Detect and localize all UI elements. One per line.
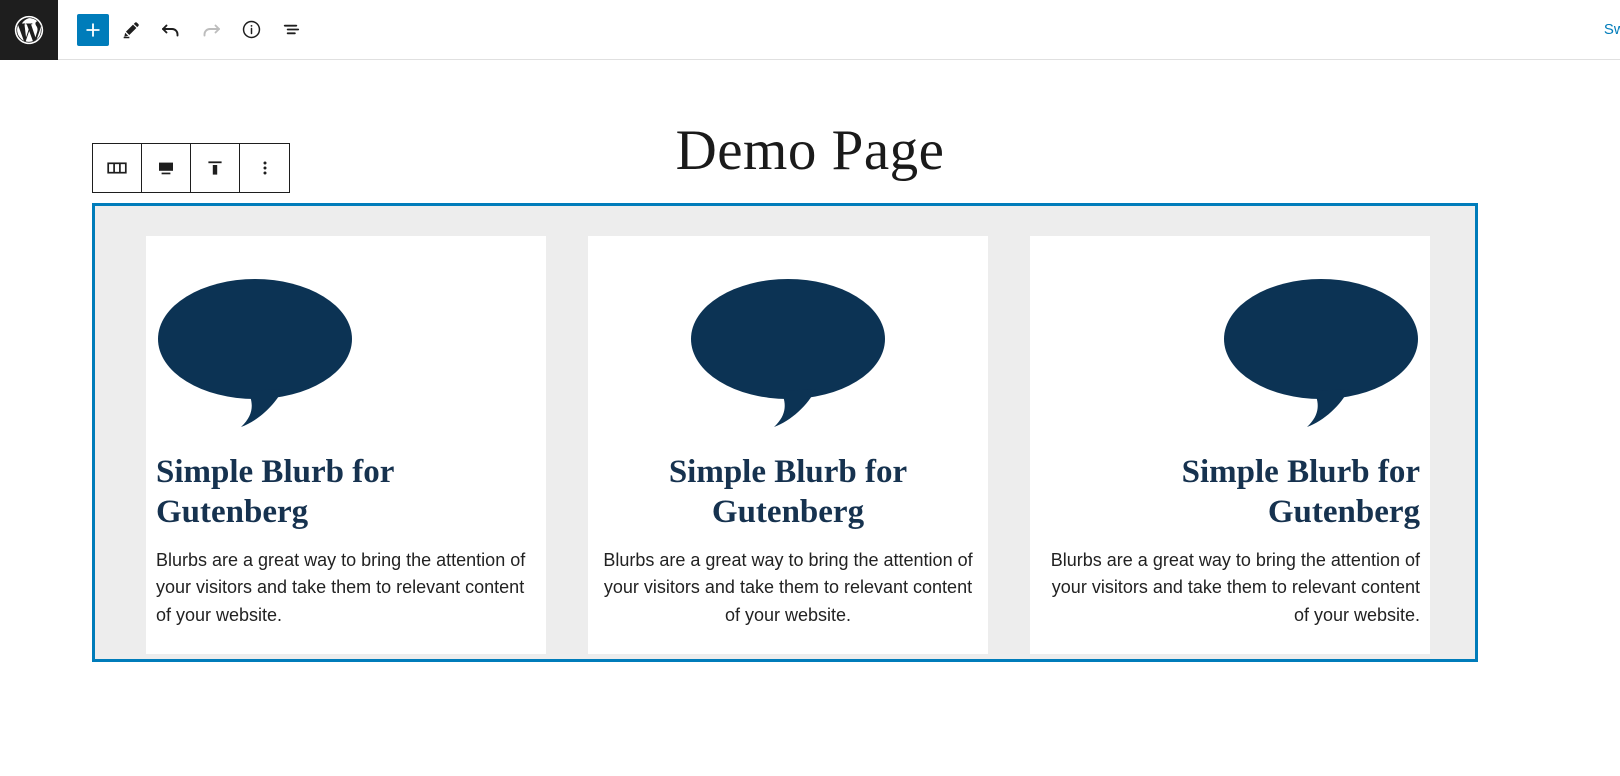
header-right-area: Switch — [1604, 0, 1620, 60]
add-block-button[interactable] — [77, 13, 109, 46]
blurb-column-2[interactable]: Simple Blurb for Gutenberg Blurbs are a … — [588, 236, 988, 655]
blurb-icon-wrapper-1 — [156, 264, 536, 436]
wordpress-logo-icon — [12, 13, 46, 47]
edit-tool-button[interactable] — [113, 12, 149, 48]
redo-button[interactable] — [193, 12, 229, 48]
speech-bubble-icon — [689, 271, 887, 429]
blurb-title-1[interactable]: Simple Blurb for Gutenberg — [156, 452, 536, 533]
block-type-columns-button[interactable] — [93, 144, 142, 192]
details-button[interactable] — [233, 12, 269, 48]
blurb-icon-wrapper-3 — [1040, 264, 1420, 436]
change-alignment-button[interactable] — [142, 144, 191, 192]
blurb-column-1[interactable]: Simple Blurb for Gutenberg Blurbs are a … — [146, 236, 546, 655]
redo-arrow-icon — [199, 18, 223, 42]
columns-block[interactable]: Simple Blurb for Gutenberg Blurbs are a … — [92, 203, 1478, 662]
info-circle-icon — [240, 18, 263, 41]
header-toolbar — [58, 12, 309, 48]
blurb-text-1[interactable]: Blurbs are a great way to bring the atte… — [156, 547, 536, 631]
align-center-icon — [154, 156, 178, 180]
more-options-button[interactable] — [240, 144, 289, 192]
list-view-icon — [280, 18, 303, 41]
vertical-align-top-icon — [203, 156, 227, 180]
vertical-align-button[interactable] — [191, 144, 240, 192]
blurb-title-3[interactable]: Simple Blurb for Gutenberg — [1040, 452, 1420, 533]
undo-arrow-icon — [159, 18, 183, 42]
editor-header: Switch — [0, 0, 1620, 60]
pencil-icon — [120, 19, 142, 41]
undo-button[interactable] — [153, 12, 189, 48]
plus-icon — [83, 20, 103, 40]
list-view-button[interactable] — [273, 12, 309, 48]
columns-inner: Simple Blurb for Gutenberg Blurbs are a … — [146, 236, 1430, 655]
blurb-column-3[interactable]: Simple Blurb for Gutenberg Blurbs are a … — [1030, 236, 1430, 655]
speech-bubble-icon — [156, 271, 354, 429]
ellipsis-vertical-icon — [253, 156, 277, 180]
speech-bubble-icon — [1222, 271, 1420, 429]
columns-icon — [105, 156, 129, 180]
blurb-title-2[interactable]: Simple Blurb for Gutenberg — [598, 452, 978, 533]
blurb-text-2[interactable]: Blurbs are a great way to bring the atte… — [598, 547, 978, 631]
switch-link[interactable]: Switch — [1604, 21, 1620, 38]
block-toolbar — [92, 143, 290, 193]
blurb-text-3[interactable]: Blurbs are a great way to bring the atte… — [1040, 547, 1420, 631]
editor-canvas: Demo Page Simple Blurb for Gutenberg Blu… — [0, 60, 1620, 776]
blurb-icon-wrapper-2 — [598, 264, 978, 436]
wordpress-logo-button[interactable] — [0, 0, 58, 60]
